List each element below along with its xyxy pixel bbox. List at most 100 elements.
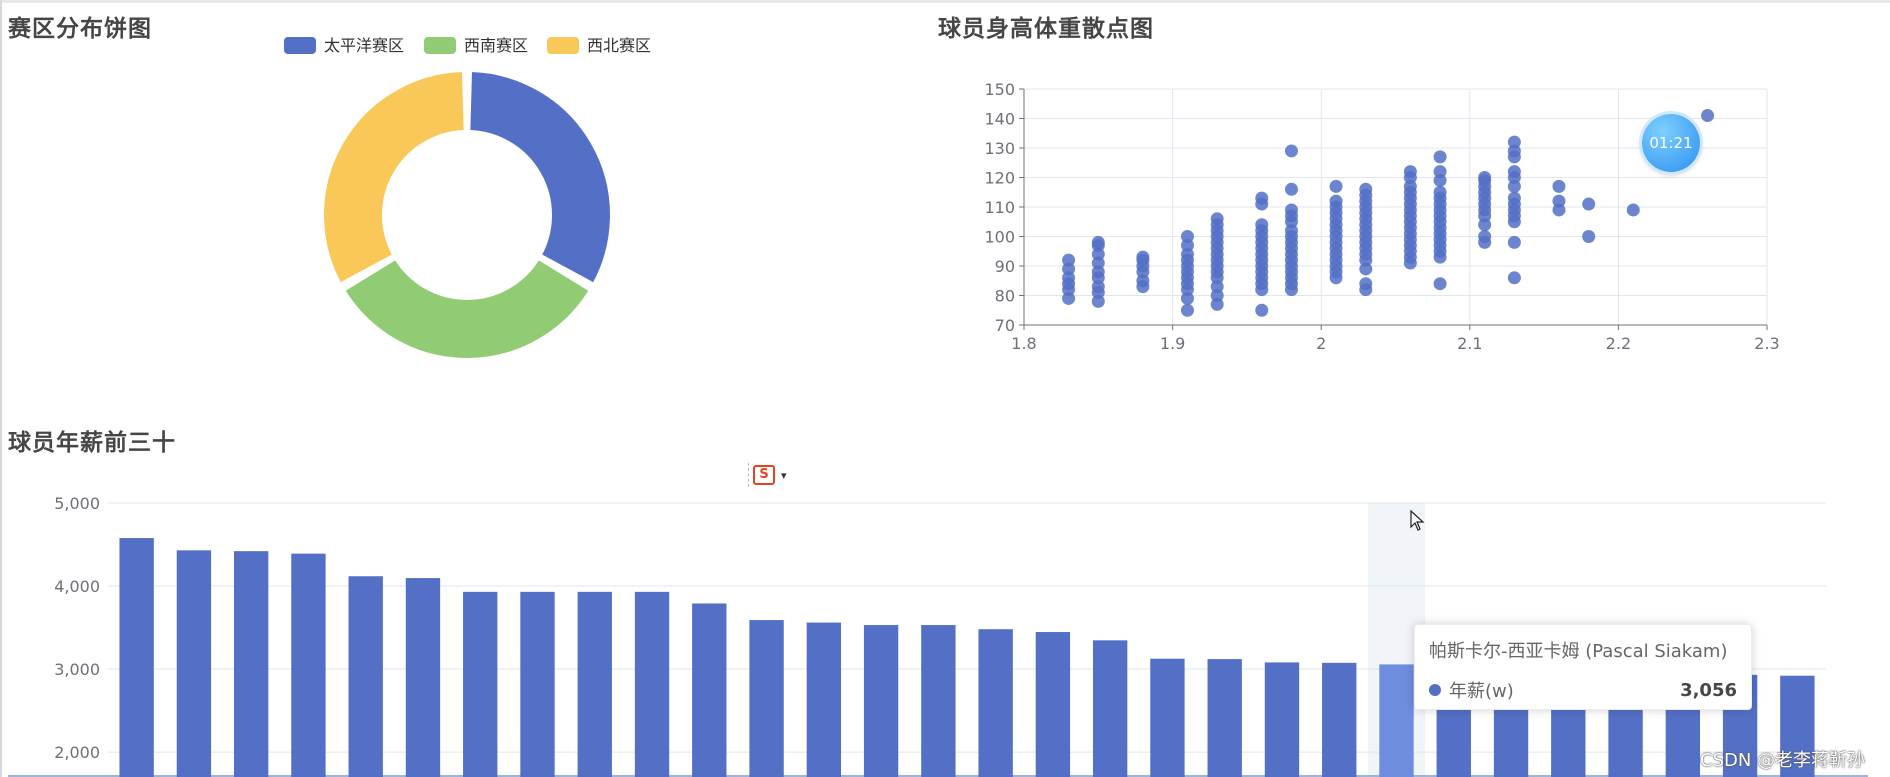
- chart-toolbox[interactable]: S ▾: [748, 463, 795, 487]
- bar-y-tick-label: 2,000: [54, 743, 100, 762]
- scatter-x-tick-label: 2.3: [1754, 334, 1779, 353]
- scatter-x-tick-label: 2: [1316, 334, 1326, 353]
- legend-label: 西南赛区: [464, 36, 528, 55]
- pie-slice: [468, 70, 612, 285]
- salary-bar: [1150, 658, 1185, 777]
- scatter-point: [1478, 230, 1492, 243]
- scatter-point: [1210, 212, 1224, 226]
- salary-bar: [921, 625, 956, 777]
- salary-bar: [749, 620, 784, 777]
- scatter-point: [1507, 271, 1521, 285]
- scatter-y-tick-label: 130: [984, 139, 1015, 158]
- scatter-points: [1062, 109, 1715, 317]
- salary-bar: [291, 553, 326, 777]
- scatter-y-tick-label: 110: [984, 198, 1015, 217]
- scatter-point: [1180, 230, 1194, 243]
- scatter-point: [1433, 150, 1447, 164]
- scatter-point: [1091, 235, 1105, 249]
- salary-bar: [176, 550, 212, 777]
- scatter-point: [1136, 250, 1150, 264]
- pie-slice: [322, 70, 466, 285]
- scatter-y-tick-label: 120: [984, 169, 1015, 188]
- timer-text: 01:21: [1649, 134, 1693, 152]
- scatter-point: [1701, 109, 1715, 123]
- bar-tooltip: 帕斯卡尔-西亚卡姆 (Pascal Siakam) 年薪(w) 3,056: [1414, 624, 1752, 710]
- legend-label: 太平洋赛区: [324, 36, 404, 55]
- pie-chart: 太平洋赛区 西南赛区 西北赛区: [284, 36, 651, 360]
- salary-bar: [1379, 664, 1414, 777]
- legend-swatch: [284, 37, 316, 54]
- scatter-point: [1284, 144, 1298, 158]
- toolbox-logo-icon[interactable]: S: [753, 465, 775, 485]
- scatter-y-tick-label: 80: [995, 287, 1015, 306]
- series-marker-icon: [1429, 684, 1441, 696]
- scatter-point: [1507, 165, 1521, 179]
- salary-bar: [233, 551, 269, 777]
- scatter-point: [1507, 135, 1521, 149]
- scatter-point: [1359, 182, 1373, 196]
- legend-label: 西北赛区: [587, 36, 651, 55]
- scatter-point: [1433, 277, 1447, 291]
- scatter-y-tick-label: 150: [984, 80, 1015, 99]
- scatter-point: [1552, 194, 1566, 208]
- chevron-down-icon[interactable]: ▾: [781, 469, 787, 482]
- scatter-point: [1582, 197, 1596, 211]
- pie-slices: [322, 70, 612, 360]
- tooltip-title: 帕斯卡尔-西亚卡姆 (Pascal Siakam): [1429, 641, 1728, 662]
- scatter-point: [1180, 303, 1194, 317]
- salary-bar: [806, 622, 842, 777]
- bar-y-tick-label: 5,000: [54, 494, 100, 513]
- scatter-point: [1359, 277, 1373, 291]
- scatter-chart: 70 80 90 100 110 120 130 140 150 1.8 1.9 2 2.1 2.2 2.3: [984, 80, 1779, 353]
- legend-swatch: [547, 37, 579, 54]
- scatter-y-tick-label: 100: [984, 228, 1015, 247]
- scatter-x-tick-label: 2.2: [1606, 334, 1631, 353]
- scatter-point: [1255, 218, 1269, 232]
- watermark: CSDN @老李蒋靳孙: [1700, 750, 1866, 771]
- salary-bar: [463, 591, 498, 777]
- pie-slice: [343, 258, 591, 360]
- salary-bar: [348, 576, 383, 777]
- timer-badge[interactable]: 01:21: [1642, 114, 1700, 172]
- bar-y-tick-label: 4,000: [54, 577, 100, 596]
- scatter-point: [1284, 203, 1298, 217]
- scatter-point: [1626, 203, 1640, 217]
- scatter-y-tick-label: 90: [995, 257, 1015, 276]
- scatter-point: [1433, 165, 1447, 179]
- scatter-point: [1582, 230, 1596, 243]
- scatter-point: [1478, 171, 1492, 184]
- salary-bar: [1035, 632, 1071, 777]
- scatter-x-tick-label: 1.8: [1011, 334, 1036, 353]
- salary-bar: [1264, 662, 1300, 777]
- scatter-point: [1403, 165, 1417, 179]
- bar-y-tick-label: 3,000: [54, 660, 100, 679]
- legend-swatch: [424, 37, 456, 54]
- scatter-point: [1507, 235, 1521, 249]
- salary-bar: [119, 538, 154, 777]
- salary-bar: [863, 625, 899, 777]
- salary-bar: [634, 591, 670, 777]
- scatter-point: [1507, 191, 1521, 205]
- scatter-point: [1255, 303, 1269, 317]
- bar-chart: 2,000 3,000 4,000 5,000: [8, 494, 1868, 777]
- salary-bar: [1322, 662, 1357, 777]
- tooltip-series-name: 年薪(w): [1449, 681, 1514, 702]
- salary-bar: [692, 603, 727, 777]
- scatter-point: [1284, 182, 1298, 196]
- mouse-cursor-icon: [1410, 510, 1425, 531]
- scatter-y-tick-label: 70: [995, 316, 1015, 335]
- pie-legend: 太平洋赛区 西南赛区 西北赛区: [284, 36, 651, 55]
- scatter-point: [1433, 185, 1447, 199]
- tooltip-row: 年薪(w) 3,056: [1429, 677, 1737, 703]
- salary-bar: [577, 591, 612, 777]
- salary-bar: [978, 629, 1013, 777]
- salary-bar: [405, 578, 441, 777]
- scatter-point: [1255, 191, 1269, 205]
- scatter-point: [1329, 179, 1343, 193]
- scatter-x-tick-label: 2.1: [1457, 334, 1482, 353]
- scatter-point: [1552, 179, 1566, 193]
- tooltip-value: 3,056: [1680, 679, 1737, 701]
- scatter-point: [1062, 253, 1076, 267]
- scatter-point: [1329, 194, 1343, 208]
- salary-bar: [520, 591, 555, 777]
